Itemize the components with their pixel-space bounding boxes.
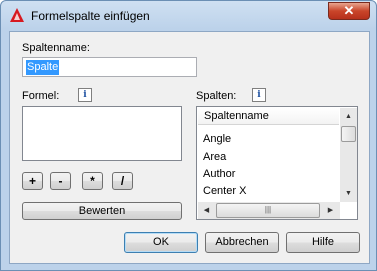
spaltenname-column-header[interactable]: Spaltenname [198, 108, 339, 125]
scroll-right-arrow-icon[interactable]: ▶ [322, 202, 339, 219]
close-button[interactable]: ✕ [328, 2, 370, 20]
cancel-button[interactable]: Abbrechen [205, 232, 279, 253]
bewerten-button[interactable]: Bewerten [22, 202, 182, 220]
minus-button[interactable]: - [50, 172, 71, 190]
dialog-client-area: Spaltenname: Spalte Formel: i + - * / Be… [9, 31, 370, 264]
vertical-scroll-thumb[interactable] [341, 126, 356, 142]
list-item[interactable]: Center X [203, 185, 246, 198]
scroll-down-arrow-icon[interactable]: ▼ [340, 185, 357, 202]
ok-button[interactable]: OK [124, 232, 198, 253]
scroll-up-arrow-icon[interactable]: ▲ [340, 108, 357, 125]
divide-button[interactable]: / [112, 172, 133, 190]
spalten-info-icon[interactable]: i [252, 88, 266, 102]
scroll-grip-icon: ||| [264, 205, 272, 214]
plus-button[interactable]: + [22, 172, 43, 190]
list-item[interactable]: Author [203, 168, 235, 181]
formel-label: Formel: [22, 90, 60, 102]
title-bar[interactable]: Formelspalte einfügen ✕ [1, 1, 376, 31]
scroll-left-arrow-icon[interactable]: ◀ [198, 202, 215, 219]
horizontal-scrollbar[interactable]: ◀ ||| ▶ [198, 202, 340, 219]
spaltenname-value: Spalte [26, 60, 60, 75]
window-title: Formelspalte einfügen [31, 9, 150, 23]
list-item[interactable]: Area [203, 151, 226, 164]
close-icon: ✕ [343, 3, 355, 18]
spalten-listbox[interactable]: Spaltenname Angle Area Author Center X ▲… [196, 106, 358, 220]
autocad-logo-icon [10, 8, 24, 22]
spalten-label: Spalten: [196, 90, 237, 102]
multiply-button[interactable]: * [82, 172, 103, 190]
formel-info-icon[interactable]: i [78, 88, 92, 102]
horizontal-scroll-thumb[interactable]: ||| [216, 203, 320, 218]
formel-textarea[interactable] [22, 106, 182, 161]
spaltenname-label: Spaltenname: [22, 42, 90, 54]
list-item[interactable]: Angle [203, 133, 231, 146]
help-button[interactable]: Hilfe [286, 232, 360, 253]
vertical-scrollbar[interactable]: ▲ ▼ [340, 108, 357, 202]
spaltenname-input[interactable]: Spalte [22, 57, 197, 77]
dialog-window: Formelspalte einfügen ✕ Spaltenname: Spa… [0, 0, 377, 271]
